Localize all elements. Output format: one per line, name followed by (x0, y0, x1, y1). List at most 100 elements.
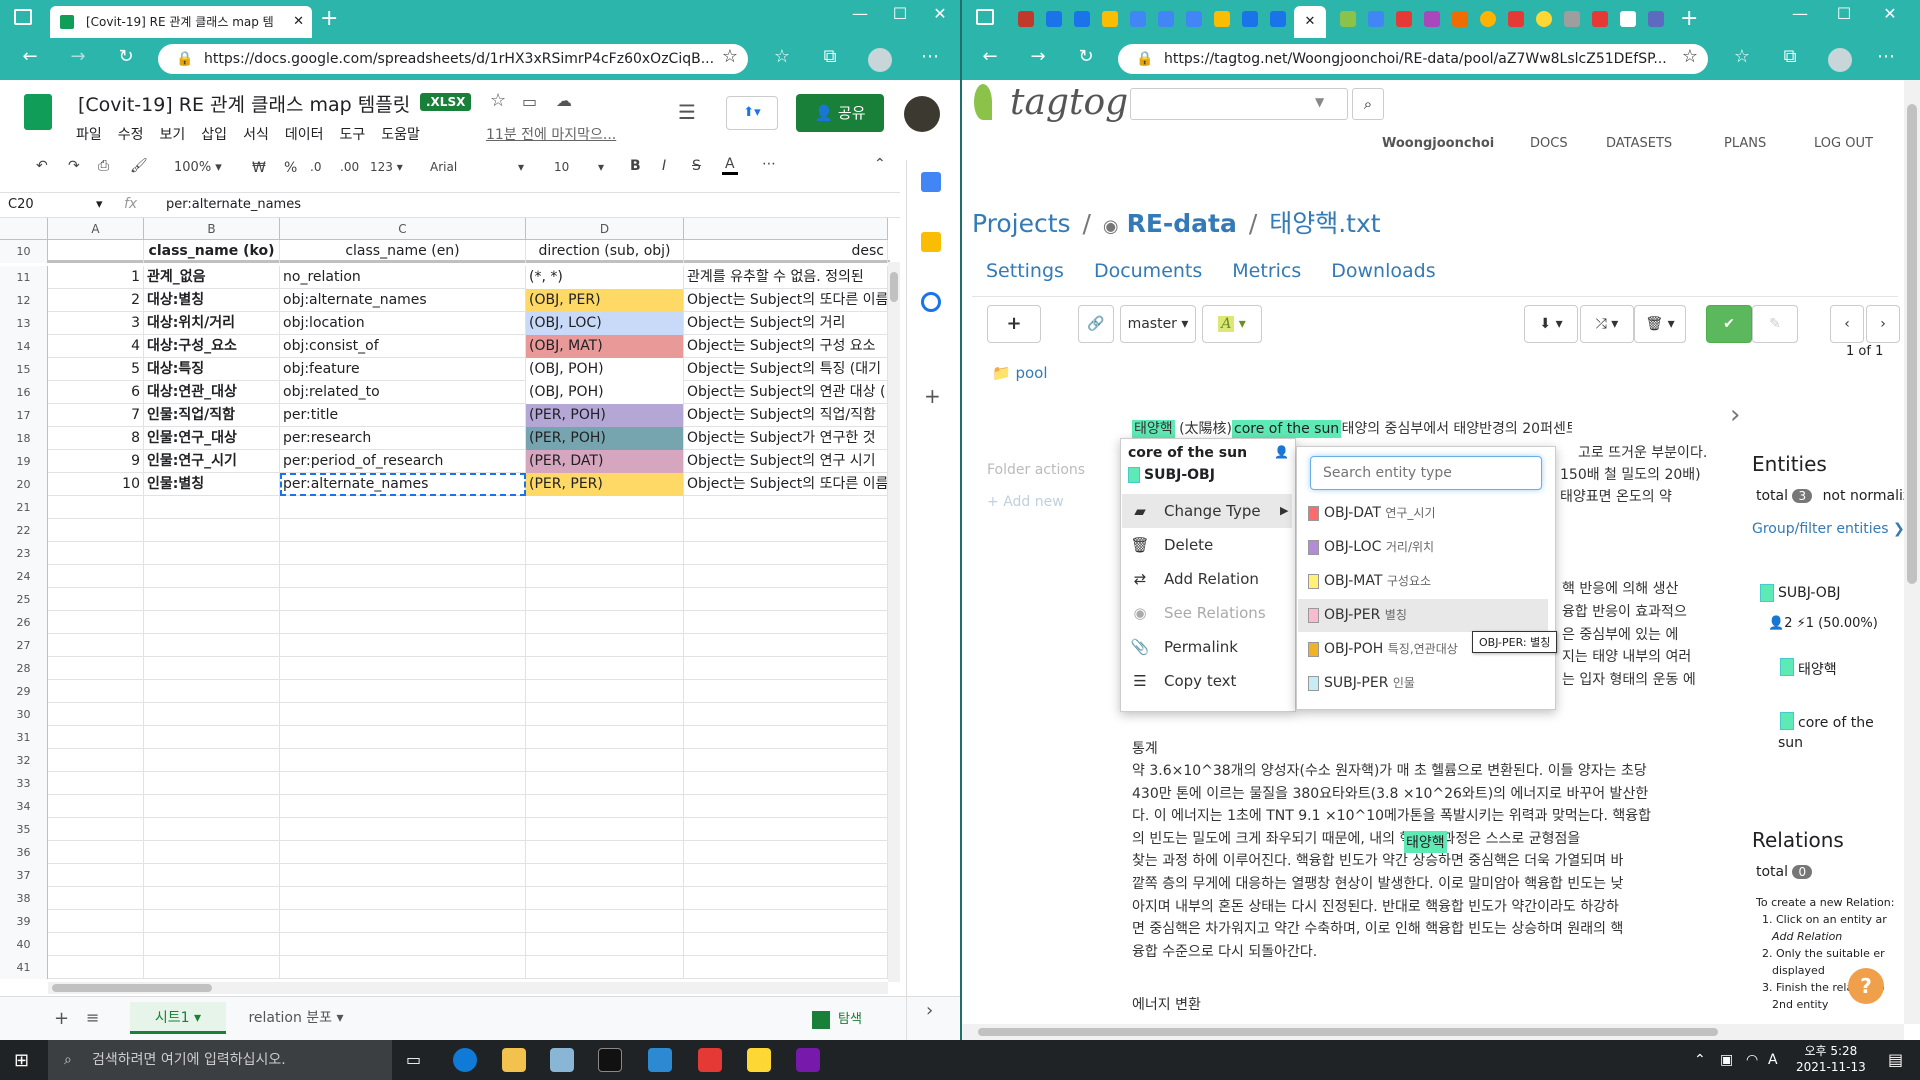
cell-desc[interactable]: Object는 Subject의 구성 요소 (684, 335, 888, 358)
row-number[interactable]: 31 (0, 726, 48, 749)
horizontal-scrollbar[interactable] (48, 982, 888, 994)
empty-cell[interactable] (280, 542, 526, 565)
right-close-window-icon[interactable]: ✕ (1870, 4, 1910, 23)
empty-cell[interactable] (48, 841, 144, 864)
right-horizontal-scrollbar[interactable] (962, 1024, 1904, 1040)
empty-cell[interactable] (48, 634, 144, 657)
empty-cell[interactable] (48, 611, 144, 634)
ai-tab-icon[interactable] (1452, 11, 1468, 27)
right-favorites-icon[interactable]: ☆ (1730, 46, 1754, 67)
empty-cell[interactable] (144, 956, 280, 979)
cell-class-en[interactable]: obj:consist_of (280, 335, 526, 358)
right-reload-icon[interactable]: ↻ (1074, 46, 1098, 67)
keep-icon[interactable] (921, 232, 941, 252)
empty-cell[interactable] (280, 726, 526, 749)
empty-cell[interactable] (144, 887, 280, 910)
row-number[interactable]: 17 (0, 404, 48, 427)
empty-cell[interactable] (526, 772, 684, 795)
calendar-icon[interactable] (921, 172, 941, 192)
empty-cell[interactable] (48, 519, 144, 542)
row-number[interactable]: 14 (0, 335, 48, 358)
cell-class-ko[interactable]: 인물:연구_대상 (144, 427, 280, 450)
empty-cell[interactable] (48, 795, 144, 818)
empty-cell[interactable] (280, 657, 526, 680)
menu-format[interactable]: 서식 (243, 124, 269, 144)
empty-cell[interactable] (526, 519, 684, 542)
menu-permalink[interactable]: 📎 Permalink (1122, 630, 1292, 664)
entity-taeyanghaek-2[interactable]: 태양핵 (1404, 831, 1447, 853)
unconfirm-icon[interactable]: ✎ (1752, 305, 1798, 343)
bold-button[interactable]: B (630, 158, 641, 174)
cell-index[interactable]: 2 (48, 289, 144, 312)
explorer-app-icon[interactable] (502, 1048, 526, 1072)
cell-direction[interactable]: (OBJ, LOC) (526, 312, 684, 335)
empty-cell[interactable] (280, 933, 526, 956)
task-view-icon[interactable]: ▭ (406, 1050, 421, 1069)
row-number[interactable]: 19 (0, 450, 48, 473)
empty-cell[interactable] (526, 864, 684, 887)
formula-input[interactable]: per:alternate_names (166, 197, 301, 212)
empty-cell[interactable] (526, 588, 684, 611)
undo-icon[interactable]: ↶ (36, 158, 48, 174)
entity-core-of-the-sun[interactable]: core of the sun (1232, 420, 1342, 438)
right-vertical-scrollbar[interactable] (1904, 80, 1920, 1024)
cell-desc[interactable]: Object는 Subject의 연관 대상 ( (684, 381, 888, 404)
empty-cell[interactable] (526, 933, 684, 956)
decrease-decimal-button[interactable]: .0 (310, 160, 321, 174)
empty-cell[interactable] (280, 956, 526, 979)
right-new-tab-icon[interactable]: + (1680, 6, 1698, 31)
menu-data[interactable]: 데이터 (285, 124, 324, 144)
empty-cell[interactable] (144, 657, 280, 680)
row-number[interactable]: 36 (0, 841, 48, 864)
row-number[interactable]: 27 (0, 634, 48, 657)
right-maximize-icon[interactable]: ☐ (1824, 4, 1864, 23)
row-number[interactable]: 20 (0, 473, 48, 496)
empty-cell[interactable] (144, 933, 280, 956)
empty-cell[interactable] (684, 680, 888, 703)
empty-cell[interactable] (684, 519, 888, 542)
header-cell-b[interactable]: class_name (ko) (144, 240, 280, 263)
font-size-select[interactable]: 10 ▾ (554, 160, 610, 174)
empty-cell[interactable] (48, 933, 144, 956)
row-number[interactable]: 22 (0, 519, 48, 542)
empty-cell[interactable] (526, 726, 684, 749)
empty-cell[interactable] (144, 864, 280, 887)
empty-cell[interactable] (684, 496, 888, 519)
entity-taeyanghaek[interactable]: 태양핵 (1132, 420, 1175, 438)
empty-cell[interactable] (526, 496, 684, 519)
row-number[interactable]: 30 (0, 703, 48, 726)
row-number[interactable]: 13 (0, 312, 48, 335)
menu-edit[interactable]: 수정 (118, 124, 144, 144)
cell-class-en[interactable]: per:period_of_research (280, 450, 526, 473)
cell-direction[interactable]: (PER, POH) (526, 427, 684, 450)
header-cell-a[interactable] (48, 240, 144, 263)
zoom-select[interactable]: 100% ▾ (174, 160, 222, 175)
empty-cell[interactable] (684, 588, 888, 611)
tray-lang[interactable]: A (1768, 1052, 1778, 1068)
entity-item-1[interactable]: 태양핵 (1798, 659, 1837, 679)
translate-tab-icon[interactable] (1648, 11, 1664, 27)
bc-tab-icon[interactable] (1046, 11, 1062, 27)
empty-cell[interactable] (684, 887, 888, 910)
cell-direction[interactable]: (*, *) (526, 266, 684, 289)
trash-icon[interactable]: 🗑 ▾ (1634, 305, 1686, 343)
user-avatar[interactable] (904, 96, 940, 132)
row-number[interactable]: 32 (0, 749, 48, 772)
strikethrough-button[interactable]: S (692, 158, 701, 174)
cell-class-ko[interactable]: 인물:직업/직함 (144, 404, 280, 427)
empty-cell[interactable] (48, 910, 144, 933)
vertical-scrollbar[interactable] (888, 262, 900, 982)
cell-direction[interactable]: (OBJ, POH) (526, 358, 684, 381)
cell-desc[interactable]: 관계를 유추할 수 없음. 정의된 (684, 266, 888, 289)
get-addons-icon[interactable]: + (924, 384, 941, 408)
empty-cell[interactable] (48, 496, 144, 519)
tab-metrics[interactable]: Metrics (1232, 260, 1301, 282)
row-number[interactable]: 39 (0, 910, 48, 933)
more-formats-button[interactable]: 123 ▾ (370, 160, 403, 174)
last-edit-link[interactable]: 11분 전에 마지막으... (486, 124, 616, 144)
cell-class-ko[interactable]: 인물:연구_시기 (144, 450, 280, 473)
nav-user[interactable]: Woongjoonchoi (1382, 136, 1494, 151)
empty-cell[interactable] (684, 565, 888, 588)
empty-cell[interactable] (144, 588, 280, 611)
percent-button[interactable]: % (284, 160, 297, 176)
